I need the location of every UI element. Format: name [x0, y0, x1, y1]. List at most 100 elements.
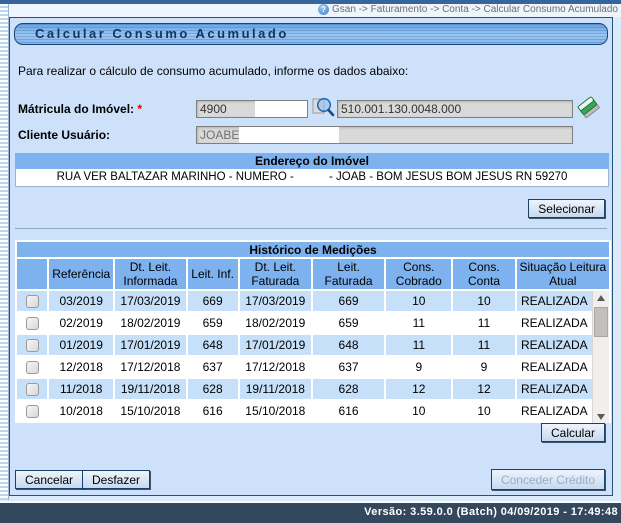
row-checkbox[interactable]	[26, 405, 39, 418]
column-header-situacao: Situação Leitura Atual	[517, 259, 609, 289]
cell-dt-leit-informada: 19/11/2018	[115, 379, 185, 399]
row-checkbox[interactable]	[26, 383, 39, 396]
row-checkbox[interactable]	[26, 339, 39, 352]
cell-dt-leit-informada: 15/10/2018	[115, 401, 185, 421]
breadcrumb: ? Gsan -> Faturamento -> Conta -> Calcul…	[318, 3, 618, 16]
cliente-label: Cliente Usuário:	[18, 128, 110, 142]
cell-cons-cobrado: 10	[386, 291, 451, 311]
checkbox-cell	[17, 291, 47, 311]
table-scrollbar[interactable]	[592, 291, 609, 423]
cell-dt-leit-faturada: 15/10/2018	[240, 401, 311, 421]
table-row: 11/2018 19/11/2018 628 19/11/2018 628 12…	[17, 379, 609, 399]
breadcrumb-text: Gsan -> Faturamento -> Conta -> Calcular…	[332, 4, 618, 15]
cell-dt-leit-faturada: 17/03/2019	[240, 291, 311, 311]
column-header-leit-inf: Leit. Inf.	[188, 259, 238, 289]
row-checkbox[interactable]	[26, 361, 39, 374]
cell-cons-conta: 12	[453, 379, 514, 399]
matricula-label-text: Mátricula do Imóvel:	[18, 102, 134, 116]
cell-cons-cobrado: 12	[386, 379, 451, 399]
cell-cons-conta: 11	[453, 313, 514, 333]
table-row: 12/2018 17/12/2018 637 17/12/2018 637 9 …	[17, 357, 609, 377]
desfazer-button[interactable]: Desfazer	[82, 470, 150, 489]
cell-cons-conta: 9	[453, 357, 514, 377]
cell-cons-cobrado: 11	[386, 313, 451, 333]
cell-dt-leit-faturada: 18/02/2019	[240, 313, 311, 333]
redaction-patch	[255, 101, 307, 117]
cell-referencia: 11/2018	[49, 379, 113, 399]
cell-leit-faturada: 659	[313, 313, 384, 333]
scrollbar-thumb[interactable]	[594, 307, 608, 337]
cell-dt-leit-informada: 17/03/2019	[115, 291, 185, 311]
column-header-leit-faturada: Leit. Faturada	[313, 259, 384, 289]
column-header-referencia: Referência	[49, 259, 113, 289]
cell-cons-cobrado: 9	[386, 357, 451, 377]
conceder-credito-button[interactable]: Conceder Crédito	[491, 469, 605, 490]
cell-dt-leit-informada: 18/02/2019	[115, 313, 185, 333]
table-row: 02/2019 18/02/2019 659 18/02/2019 659 11…	[17, 313, 609, 333]
historico-table: Histórico de Medições Referência Dt. Lei…	[15, 240, 611, 423]
column-header-dt-leit-faturada: Dt. Leit. Faturada	[240, 259, 311, 289]
table-title: Histórico de Medições	[17, 242, 609, 257]
cell-leit-faturada: 669	[313, 291, 384, 311]
scroll-down-icon[interactable]	[593, 409, 610, 423]
column-header-dt-leit-informada: Dt. Leit. Informada	[115, 259, 185, 289]
eraser-icon[interactable]	[576, 93, 603, 120]
table-row: 03/2019 17/03/2019 669 17/03/2019 669 10…	[17, 291, 609, 311]
row-checkbox[interactable]	[26, 317, 39, 330]
cell-dt-leit-informada: 17/01/2019	[115, 335, 185, 355]
required-marker: *	[137, 102, 142, 116]
cell-cons-cobrado: 11	[386, 335, 451, 355]
cell-cons-conta: 11	[453, 335, 514, 355]
checkbox-cell	[17, 401, 47, 421]
checkbox-cell	[17, 335, 47, 355]
column-header-checkbox	[17, 259, 47, 289]
cancelar-button[interactable]: Cancelar	[15, 470, 83, 489]
cell-dt-leit-faturada: 17/12/2018	[240, 357, 311, 377]
divider	[15, 228, 607, 229]
cell-leit-faturada: 628	[313, 379, 384, 399]
cell-leit-inf: 659	[188, 313, 238, 333]
version-text: Versão: 3.59.0.0 (Batch) 04/09/2019 - 17…	[364, 506, 618, 518]
cell-leit-faturada: 616	[313, 401, 384, 421]
selecionar-button[interactable]: Selecionar	[528, 199, 605, 218]
instruction-text: Para realizar o cálculo de consumo acumu…	[18, 64, 408, 78]
scroll-up-icon[interactable]	[593, 291, 610, 305]
matricula-label: Mátricula do Imóvel: *	[18, 102, 142, 116]
cell-referencia: 03/2019	[49, 291, 113, 311]
cell-dt-leit-faturada: 17/01/2019	[240, 335, 311, 355]
endereco-header: Endereço do Imóvel	[15, 153, 609, 169]
redaction-patch	[239, 127, 339, 143]
cell-cons-conta: 10	[453, 401, 514, 421]
cell-referencia: 02/2019	[49, 313, 113, 333]
checkbox-cell	[17, 357, 47, 377]
cell-cons-conta: 10	[453, 291, 514, 311]
cell-leit-faturada: 637	[313, 357, 384, 377]
table-row: 01/2019 17/01/2019 648 17/01/2019 648 11…	[17, 335, 609, 355]
cell-referencia: 10/2018	[49, 401, 113, 421]
column-header-cons-conta: Cons. Conta	[453, 259, 514, 289]
cell-leit-inf: 628	[188, 379, 238, 399]
endereco-value[interactable]: RUA VER BALTAZAR MARINHO - NUMERO - - JO…	[15, 169, 609, 187]
page-title: Calcular Consumo Acumulado	[14, 23, 608, 45]
left-panel-edge	[0, 4, 9, 500]
cell-dt-leit-informada: 17/12/2018	[115, 357, 185, 377]
cell-leit-inf: 669	[188, 291, 238, 311]
main-panel: Calcular Consumo Acumulado Para realizar…	[9, 17, 613, 496]
column-header-cons-cobrado: Cons. Cobrado	[386, 259, 451, 289]
search-icon[interactable]	[311, 95, 335, 119]
inscricao-input[interactable]	[337, 100, 573, 118]
cell-cons-cobrado: 10	[386, 401, 451, 421]
calcular-button[interactable]: Calcular	[541, 423, 605, 442]
table-row: 10/2018 15/10/2018 616 15/10/2018 616 10…	[17, 401, 609, 421]
footer-bar: Versão: 3.59.0.0 (Batch) 04/09/2019 - 17…	[0, 501, 621, 523]
cell-leit-inf: 648	[188, 335, 238, 355]
checkbox-cell	[17, 313, 47, 333]
cell-referencia: 01/2019	[49, 335, 113, 355]
cell-dt-leit-faturada: 19/11/2018	[240, 379, 311, 399]
checkbox-cell	[17, 379, 47, 399]
cell-leit-inf: 637	[188, 357, 238, 377]
row-checkbox[interactable]	[26, 295, 39, 308]
cell-leit-faturada: 648	[313, 335, 384, 355]
cell-referencia: 12/2018	[49, 357, 113, 377]
help-icon[interactable]: ?	[318, 4, 329, 15]
